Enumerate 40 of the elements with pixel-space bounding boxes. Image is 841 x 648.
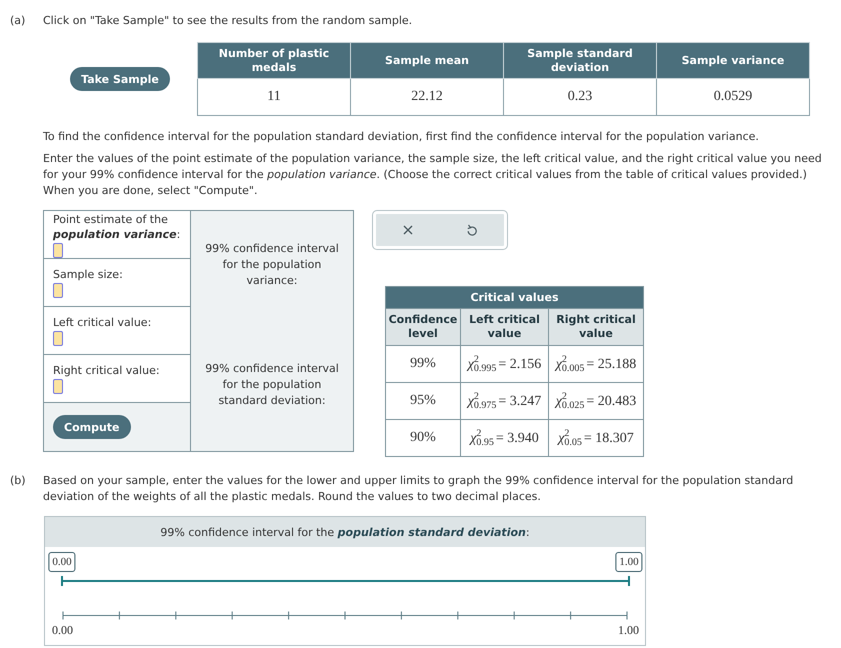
instruction-text: To find the confidence interval for the population standard deviation, first find the confidence interval for the population variance. [43, 129, 760, 145]
answer-field[interactable] [53, 379, 63, 394]
column-header: Left critical value [460, 308, 548, 346]
table-cell: 11 [198, 78, 350, 116]
table-title: Critical values [386, 286, 644, 308]
table-cell: 95% [386, 382, 460, 420]
column-header: Confidence level [386, 308, 460, 346]
column-header: Sample mean [350, 42, 504, 78]
field-label: Right critical value: [53, 363, 160, 378]
result-label: 99% confidence interval for the population variance: [204, 241, 340, 289]
result-label: 99% confidence interval for the population standard deviation: [204, 361, 340, 409]
table-cell: 22.12 [350, 78, 504, 116]
instruction-text: Based on your sample, enter the values for the lower and upper limits to graph the 99% confidence interval for the population standard deviation of the weights of all the plastic medals. Round the values to two decimal places. [43, 473, 794, 505]
answer-field[interactable] [53, 331, 63, 346]
column-header: Sample variance [656, 42, 810, 78]
upper-limit-handle[interactable]: 1.00 [615, 552, 643, 572]
number-line-title: 99% confidence interval for the population standard deviation: [45, 517, 645, 547]
undo-icon [467, 224, 477, 236]
field-label: Point estimate of the population variance: [53, 212, 182, 242]
table-cell: 0.23 [504, 78, 656, 116]
field-label: Sample size: [53, 267, 123, 282]
column-header: Sample standard deviation [504, 42, 656, 78]
part-label: (b) [10, 473, 27, 489]
axis-label: 1.00 [618, 623, 639, 637]
instruction-text: Click on "Take Sample" to see the results from the random sample. [43, 13, 414, 29]
axis-label: 0.00 [52, 623, 73, 637]
table-cell: 90% [386, 420, 460, 456]
column-header: Number of plastic medals [198, 42, 350, 78]
field-label: Left critical value: [53, 315, 152, 330]
part-label: (a) [10, 13, 26, 29]
table-cell: 99% [386, 346, 460, 382]
answer-field[interactable] [53, 242, 63, 258]
column-header: Right critical value [548, 308, 644, 346]
instruction-text: Enter the values of the point estimate of the population variance, the sample size, the left critical value, and the right critical value you need for your 99% confidence interval for the population variance. (Choose the correct critical values from the table of critical values provided.) When you are done, select "Compute". [43, 151, 823, 199]
take-sample-button[interactable]: Take Sample [70, 67, 170, 91]
table-cell: 0.0529 [656, 78, 810, 116]
compute-button[interactable]: Compute [53, 415, 131, 439]
answer-field[interactable] [53, 283, 63, 298]
lower-limit-handle[interactable]: 0.00 [48, 552, 76, 572]
x-icon [403, 225, 413, 235]
